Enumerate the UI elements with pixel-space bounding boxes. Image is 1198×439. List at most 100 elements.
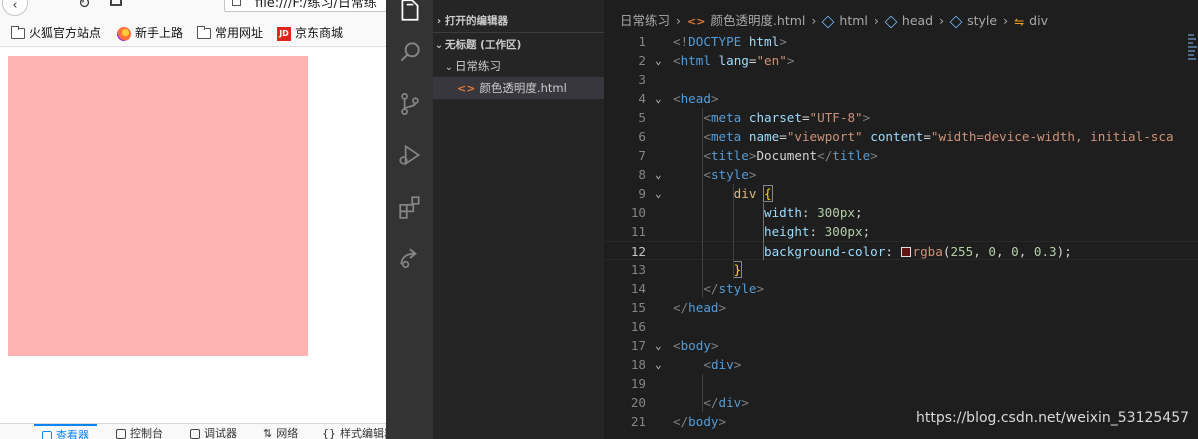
chevron-right-icon: › — [436, 16, 442, 27]
tab-debugger[interactable]: 调试器 — [190, 424, 237, 439]
chevron-down-icon: ⌄ — [444, 62, 454, 73]
code-line[interactable]: 14 </style> — [604, 279, 1198, 298]
code-token: </ — [703, 281, 719, 296]
code-token: title — [710, 148, 749, 163]
tab-label: 样式编辑器 — [340, 427, 386, 439]
element-icon — [884, 15, 898, 28]
indent-guide — [763, 203, 765, 260]
minimap[interactable] — [1188, 32, 1198, 92]
tab-network[interactable]: ⇅ 网络 — [263, 424, 298, 439]
bookmark-common-sites[interactable]: 常用网址 — [197, 25, 263, 42]
code-line[interactable]: 13 } — [604, 260, 1198, 279]
extensions-icon[interactable] — [386, 183, 433, 231]
code-line[interactable]: 1 <!DOCTYPE html> — [604, 32, 1198, 51]
chevron-right-icon: › — [873, 13, 879, 28]
code-token: html — [680, 53, 711, 68]
breadcrumb-item[interactable]: style — [967, 13, 997, 28]
code-line[interactable]: 7 <title>Document</title> — [604, 146, 1198, 165]
folder-item[interactable]: ⌄ 日常练习 — [433, 55, 604, 77]
code-line[interactable]: 10 width: 300px; — [604, 203, 1198, 222]
breadcrumb-item[interactable]: 日常练习 — [620, 13, 670, 28]
page-viewport — [0, 48, 386, 423]
code-line[interactable]: 3 — [604, 70, 1198, 89]
code-line[interactable]: 18 ⌄ <div> — [604, 355, 1198, 374]
code-line[interactable]: 15 </head> — [604, 298, 1198, 317]
line-number: 6 — [638, 129, 646, 144]
bookmark-label: 常用网址 — [215, 26, 264, 40]
fold-chevron-icon[interactable]: ⌄ — [655, 184, 662, 203]
code-line[interactable]: 6 <meta name="viewport" content="width=d… — [604, 127, 1198, 146]
code-token: , — [973, 244, 989, 259]
code-token: </ — [817, 148, 833, 163]
page-info-icon[interactable] — [232, 0, 241, 6]
fold-chevron-icon[interactable]: ⌄ — [655, 165, 662, 184]
code-line[interactable]: 9 ⌄ div { — [604, 184, 1198, 203]
code-token: div — [718, 395, 742, 410]
code-token: { — [763, 185, 773, 202]
code-line[interactable]: 16 — [604, 317, 1198, 336]
indent-guide — [702, 374, 704, 412]
code-token: charset — [748, 110, 802, 125]
code-token: body — [680, 338, 711, 353]
fold-chevron-icon[interactable]: ⌄ — [655, 355, 662, 374]
code-line[interactable]: 17 ⌄ <body> — [604, 336, 1198, 355]
bookmark-jd[interactable]: JD 京东商城 — [277, 25, 343, 42]
color-swatch[interactable] — [900, 247, 911, 257]
bookmark-firefox-official[interactable]: 火狐官方站点 — [11, 25, 101, 42]
back-button[interactable]: ‹ — [2, 0, 28, 16]
code-token: background-color — [764, 244, 886, 259]
code-area[interactable]: 1 <!DOCTYPE html> 2 ⌄ <html lang="en"> 3 4 ⌄ <he… — [604, 32, 1198, 439]
breadcrumb-item[interactable]: 颜色透明度.html — [710, 13, 805, 28]
workspace-section[interactable]: ⌄ 无标题 (工作区) — [433, 34, 604, 56]
code-line[interactable]: 12 background-color: rgba(255, 0, 0, 0.3… — [604, 241, 1198, 260]
file-item[interactable]: <> 颜色透明度.html — [433, 77, 604, 99]
home-icon[interactable] — [110, 0, 122, 6]
code-token: "UTF-8" — [809, 110, 863, 125]
code-line[interactable]: 4 ⌄ <head> — [604, 89, 1198, 108]
code-token: : — [801, 205, 818, 220]
css-rule-icon: ⇋ — [1014, 14, 1025, 29]
code-line[interactable]: 2 ⌄ <html lang="en"> — [604, 51, 1198, 70]
bookmark-getting-started[interactable]: 新手上路 — [117, 25, 183, 42]
fold-chevron-icon[interactable]: ⌄ — [655, 51, 662, 70]
breadcrumb-item[interactable]: html — [839, 13, 867, 28]
run-debug-icon[interactable] — [386, 131, 433, 179]
code-token: > — [786, 53, 795, 68]
tab-console[interactable]: 控制台 — [116, 424, 163, 439]
element-icon — [822, 15, 835, 28]
code-line[interactable]: 19 — [604, 374, 1198, 393]
line-number: 2 — [638, 53, 646, 68]
code-token: meta — [710, 110, 742, 125]
code-line[interactable]: 8 ⌄ <style> — [604, 165, 1198, 184]
code-text: </div> — [673, 393, 749, 412]
live-share-icon[interactable] — [386, 234, 433, 282]
breadcrumb-item[interactable]: head — [902, 13, 933, 28]
code-token: } — [732, 261, 743, 278]
tab-inspector[interactable]: 查看器 — [34, 424, 97, 439]
fold-chevron-icon[interactable]: ⌄ — [655, 336, 662, 355]
fold-chevron-icon[interactable]: ⌄ — [655, 89, 662, 108]
code-token: > — [710, 338, 719, 353]
watermark: https://blog.csdn.net/weixin_53125457 — [916, 410, 1190, 426]
tab-style-editor[interactable]: {} 样式编辑器 — [322, 424, 386, 439]
code-line[interactable]: 11 height: 300px; — [604, 222, 1198, 241]
network-icon: ⇅ — [263, 427, 273, 439]
section-title: 无标题 (工作区) — [445, 39, 522, 51]
code-token: < — [673, 91, 681, 106]
source-control-icon[interactable] — [386, 80, 433, 128]
reload-button[interactable]: ↻ — [78, 0, 91, 12]
tab-label: 查看器 — [56, 429, 89, 439]
breadcrumb-item[interactable]: div — [1029, 13, 1048, 28]
code-line[interactable]: 5 <meta charset="UTF-8"> — [604, 108, 1198, 127]
code-text: </style> — [673, 279, 764, 298]
search-icon[interactable] — [386, 28, 433, 76]
line-number: 7 — [638, 148, 646, 163]
url-text[interactable]: file:///F:/练习/日常练 — [255, 0, 377, 11]
open-editors-section[interactable]: › 打开的编辑器 — [433, 10, 604, 32]
code-token: > — [779, 34, 787, 49]
url-bar[interactable]: file:///F:/练习/日常练 — [224, 0, 386, 12]
